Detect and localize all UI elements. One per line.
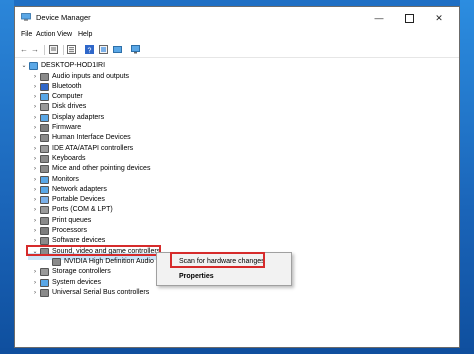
menu-action[interactable]: Action bbox=[36, 31, 55, 38]
tree-item-label: Monitors bbox=[52, 175, 79, 183]
forward-arrow-icon[interactable]: → bbox=[30, 45, 40, 55]
chevron-right-icon[interactable]: › bbox=[32, 82, 38, 92]
bluetooth-icon bbox=[40, 82, 49, 91]
chevron-right-icon[interactable]: › bbox=[32, 164, 38, 174]
port-icon bbox=[40, 206, 49, 215]
ide-icon bbox=[40, 144, 49, 153]
system-icon bbox=[40, 278, 49, 287]
storage-icon bbox=[40, 268, 49, 277]
back-arrow-icon[interactable]: ← bbox=[19, 45, 29, 55]
hid-icon bbox=[40, 134, 49, 143]
chevron-right-icon[interactable]: › bbox=[32, 72, 38, 82]
computer-icon bbox=[29, 62, 38, 70]
speaker-icon bbox=[40, 72, 49, 81]
tree-root-label: DESKTOP-HOD1IRI bbox=[41, 62, 106, 69]
tree-item-label: Universal Serial Bus controllers bbox=[52, 288, 150, 296]
desktop-background-left bbox=[0, 0, 14, 354]
chevron-right-icon[interactable]: › bbox=[32, 216, 38, 226]
minimize-icon: — bbox=[374, 13, 384, 23]
tree-item-label: Keyboards bbox=[52, 154, 86, 162]
chevron-right-icon[interactable]: › bbox=[32, 278, 38, 288]
computer-icon bbox=[40, 93, 49, 102]
device-tree: ⌄ DESKTOP-HOD1IRI › Audio inputs and output… bbox=[15, 59, 459, 347]
tree-item-label: Bluetooth bbox=[52, 82, 82, 90]
chevron-right-icon[interactable]: › bbox=[32, 154, 38, 164]
svg-text:?: ? bbox=[88, 47, 92, 54]
desktop-background-bottom bbox=[0, 348, 474, 354]
chevron-right-icon[interactable]: › bbox=[32, 144, 38, 154]
red-highlight-sound-controllers bbox=[26, 245, 161, 256]
tree-item-label: Human Interface Devices bbox=[52, 134, 131, 142]
chevron-right-icon[interactable]: › bbox=[32, 267, 38, 277]
properties-item[interactable]: Properties bbox=[179, 273, 214, 280]
chevron-right-icon[interactable]: › bbox=[32, 133, 38, 143]
firmware-icon bbox=[40, 124, 49, 132]
show-tree-icon[interactable] bbox=[67, 45, 77, 55]
tree-item-label: Disk drives bbox=[52, 103, 87, 111]
menu-file[interactable]: File bbox=[21, 31, 32, 38]
desktop-background-right bbox=[460, 0, 474, 354]
tree-item-label: Network adapters bbox=[52, 185, 107, 193]
tree-item-label: Portable Devices bbox=[52, 196, 105, 204]
tree-item-label: Mice and other pointing devices bbox=[52, 165, 151, 173]
red-highlight-scan-item bbox=[170, 252, 265, 268]
printer-icon bbox=[40, 216, 49, 225]
keyboard-icon bbox=[40, 154, 49, 163]
toolbar-separator bbox=[63, 45, 64, 55]
chevron-right-icon[interactable]: › bbox=[32, 175, 38, 185]
monitor-icon bbox=[40, 175, 49, 184]
network-icon bbox=[40, 185, 49, 194]
tree-item-label: Storage controllers bbox=[52, 268, 111, 276]
help-icon[interactable]: ? bbox=[85, 45, 95, 55]
processor-icon bbox=[40, 227, 49, 235]
chevron-right-icon[interactable]: › bbox=[32, 113, 38, 123]
tree-item-label: Firmware bbox=[52, 124, 82, 131]
disk-icon bbox=[40, 103, 49, 112]
chevron-right-icon[interactable]: › bbox=[32, 288, 38, 298]
chevron-right-icon[interactable]: › bbox=[32, 195, 38, 205]
close-button[interactable]: ✕ bbox=[424, 7, 454, 29]
chevron-right-icon[interactable]: › bbox=[32, 226, 38, 236]
chevron-right-icon[interactable]: › bbox=[32, 185, 38, 195]
chevron-right-icon[interactable]: › bbox=[32, 102, 38, 112]
chevron-right-icon[interactable]: › bbox=[32, 205, 38, 215]
tree-item-label: System devices bbox=[52, 278, 102, 286]
tree-item-label: NVIDIA High Definition Audio bbox=[64, 257, 154, 265]
toolbar-separator bbox=[44, 45, 45, 55]
menu-help[interactable]: Help bbox=[78, 31, 92, 38]
tree-item-label: Processors bbox=[52, 227, 88, 234]
window-title: Device Manager bbox=[36, 13, 91, 22]
chevron-right-icon[interactable]: › bbox=[32, 123, 38, 133]
mouse-icon bbox=[40, 165, 49, 174]
maximize-icon bbox=[404, 14, 414, 24]
tree-item-label: Computer bbox=[52, 93, 83, 101]
chevron-down-icon[interactable]: ⌄ bbox=[21, 61, 27, 71]
properties-icon[interactable] bbox=[49, 45, 59, 55]
tree-item-label: Ports (COM & LPT) bbox=[52, 206, 113, 214]
tree-item-label: Audio inputs and outputs bbox=[52, 72, 130, 80]
menu-bar: File Action View Help bbox=[15, 30, 459, 42]
title-bar[interactable]: Device Manager — ✕ bbox=[15, 7, 459, 29]
close-icon: ✕ bbox=[435, 13, 443, 23]
scan-hardware-icon[interactable] bbox=[113, 45, 123, 55]
tree-item-label: Display adapters bbox=[52, 113, 105, 121]
maximize-button[interactable] bbox=[394, 7, 424, 29]
speaker-icon bbox=[52, 257, 61, 266]
tree-item-label: IDE ATA/ATAPI controllers bbox=[52, 144, 134, 152]
minimize-button[interactable]: — bbox=[364, 7, 394, 29]
monitor-icon[interactable] bbox=[131, 45, 141, 55]
device-manager-window: Device Manager — ✕ File Action View Help… bbox=[14, 6, 460, 348]
toolbar: ← → ? bbox=[15, 43, 459, 58]
tree-item-label: Print queues bbox=[52, 216, 92, 224]
menu-view[interactable]: View bbox=[57, 31, 72, 38]
usb-icon bbox=[40, 288, 49, 297]
display-icon bbox=[40, 113, 49, 122]
update-driver-icon[interactable] bbox=[99, 45, 109, 55]
portable-icon bbox=[40, 196, 49, 205]
device-manager-icon bbox=[21, 13, 31, 21]
chevron-right-icon[interactable]: › bbox=[32, 92, 38, 102]
